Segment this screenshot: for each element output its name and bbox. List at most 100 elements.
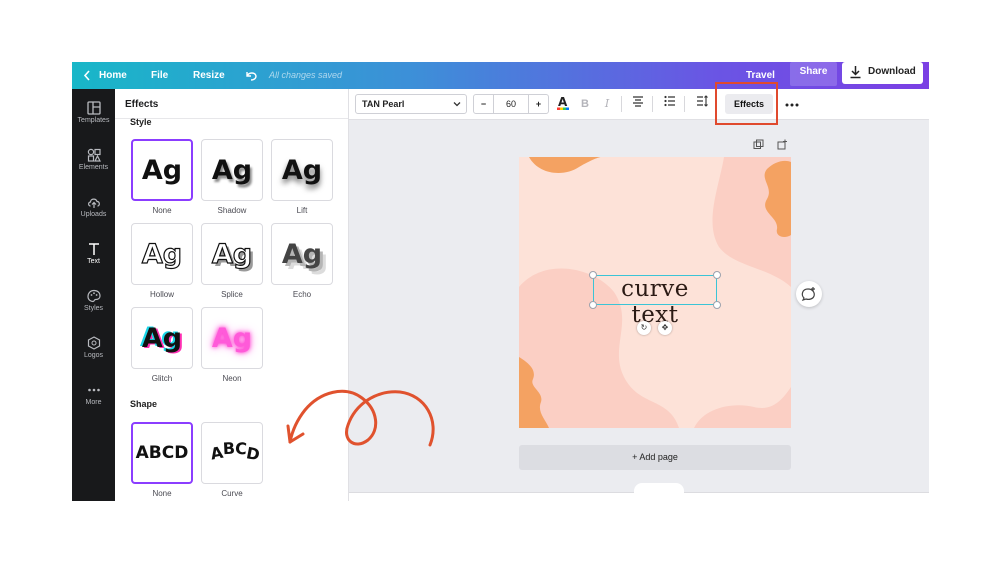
toolbar-divider	[652, 96, 653, 112]
effect-label: Glitch	[151, 374, 173, 383]
rail-label: Elements	[78, 164, 109, 171]
italic-icon[interactable]: I	[598, 95, 616, 113]
text-color-icon: A	[557, 95, 569, 110]
rail-text[interactable]: Text	[72, 238, 115, 278]
file-menu[interactable]: File	[151, 62, 168, 89]
resize-handle[interactable]	[713, 301, 721, 309]
rail-label: Styles	[83, 305, 104, 312]
effect-sample: Ag	[141, 238, 183, 270]
effect-label: Echo	[292, 290, 312, 299]
more-options-icon[interactable]	[783, 95, 801, 113]
effect-label: Shadow	[217, 206, 247, 215]
add-page-icon[interactable]	[775, 139, 789, 153]
rail-label: Logos	[83, 352, 104, 359]
download-button[interactable]: Download	[842, 62, 923, 84]
text-toolbar: TAN Pearl − 60 + A B I Effects	[349, 89, 929, 120]
styles-icon	[86, 289, 101, 303]
effect-splice[interactable]: Ag	[201, 223, 263, 285]
left-rail: Templates Elements Uploads Text Styles L…	[72, 89, 115, 501]
elements-icon	[87, 148, 101, 162]
rail-elements[interactable]: Elements	[72, 144, 115, 184]
duplicate-page-icon[interactable]	[751, 139, 765, 153]
svg-text:B: B	[222, 439, 235, 459]
font-size-stepper: − 60 +	[473, 94, 549, 114]
effect-label: Neon	[222, 374, 242, 383]
effect-sample: Ag	[281, 154, 323, 186]
home-button[interactable]: Home	[99, 62, 127, 89]
effect-sample: Ag	[141, 154, 183, 186]
effect-label: None	[152, 206, 172, 215]
effect-glitch[interactable]: Ag	[131, 307, 193, 369]
shape-label: None	[152, 489, 172, 498]
text-icon	[88, 243, 99, 255]
design-artboard[interactable]: curve text ↻ ✥	[519, 157, 791, 428]
move-icon[interactable]: ✥	[658, 321, 672, 335]
effect-echo[interactable]: Ag	[271, 223, 333, 285]
templates-icon	[86, 101, 101, 115]
selected-text-box[interactable]: curve text	[593, 275, 717, 328]
rail-more[interactable]: More	[72, 379, 115, 419]
effect-label: Hollow	[149, 290, 174, 299]
style-section-label: Style	[130, 117, 152, 127]
rail-label: Templates	[77, 117, 110, 124]
rail-uploads[interactable]: Uploads	[72, 191, 115, 231]
svg-text:D: D	[245, 443, 262, 464]
save-status: All changes saved	[269, 70, 343, 80]
rail-styles[interactable]: Styles	[72, 285, 115, 325]
chevron-down-icon	[453, 102, 461, 107]
share-button[interactable]: Share	[790, 62, 837, 86]
rail-label: Uploads	[80, 211, 107, 218]
effect-hollow[interactable]: Ag	[131, 223, 193, 285]
rail-label: More	[85, 399, 102, 406]
rail-logos[interactable]: Logos	[72, 332, 115, 372]
decrease-size-button[interactable]: −	[474, 95, 494, 113]
download-label: Download	[868, 66, 916, 77]
effect-lift[interactable]: Ag	[271, 139, 333, 201]
panel-title: Effects	[125, 99, 159, 110]
font-name: TAN Pearl	[362, 99, 405, 109]
undo-icon[interactable]	[244, 62, 258, 89]
list-icon[interactable]	[661, 95, 679, 113]
resize-handle[interactable]	[589, 301, 597, 309]
effect-none[interactable]: Ag	[131, 139, 193, 201]
effect-sample: Ag	[211, 322, 253, 354]
bold-icon[interactable]: B	[576, 95, 594, 113]
effects-highlight-annotation	[715, 82, 778, 125]
effect-neon[interactable]: Ag	[201, 307, 263, 369]
more-icon	[87, 388, 100, 392]
shape-curve[interactable]: A B C D	[201, 422, 263, 484]
effect-label: Lift	[296, 206, 308, 215]
shape-sample: ABCD	[135, 443, 189, 463]
effect-sample: Ag	[141, 322, 183, 354]
increase-size-button[interactable]: +	[528, 95, 548, 113]
canva-editor: Home File Resize All changes saved Trave…	[72, 62, 929, 501]
resize-handle[interactable]	[589, 271, 597, 279]
back-chevron-icon[interactable]	[82, 62, 92, 89]
effect-sample: Ag	[211, 154, 253, 186]
rotate-icon[interactable]: ↻	[637, 321, 651, 335]
add-page-button[interactable]: + Add page	[519, 445, 791, 470]
effect-shadow[interactable]: Ag	[201, 139, 263, 201]
effect-label: Splice	[221, 290, 243, 299]
comment-button[interactable]	[796, 281, 822, 307]
shape-label: Curve	[221, 489, 243, 498]
canvas-area: curve text ↻ ✥ + Add page	[349, 120, 929, 501]
shape-section-label: Shape	[130, 399, 158, 409]
download-icon	[850, 66, 861, 79]
resize-button[interactable]: Resize	[193, 62, 225, 89]
text-color-button[interactable]: A	[554, 95, 572, 113]
toolbar-divider	[621, 96, 622, 112]
spacing-icon[interactable]	[693, 95, 711, 113]
svg-text:A: A	[558, 95, 568, 109]
shape-none[interactable]: ABCD	[131, 422, 193, 484]
uploads-icon	[87, 198, 100, 208]
pages-toggle[interactable]	[634, 483, 684, 495]
rail-templates[interactable]: Templates	[72, 97, 115, 137]
resize-handle[interactable]	[713, 271, 721, 279]
font-size-input[interactable]: 60	[494, 95, 528, 113]
align-center-icon[interactable]	[629, 95, 647, 113]
top-bar: Home File Resize All changes saved Trave…	[72, 62, 929, 89]
effect-sample: Ag	[211, 238, 253, 270]
font-select[interactable]: TAN Pearl	[355, 94, 467, 114]
effect-sample: Ag	[281, 238, 323, 270]
